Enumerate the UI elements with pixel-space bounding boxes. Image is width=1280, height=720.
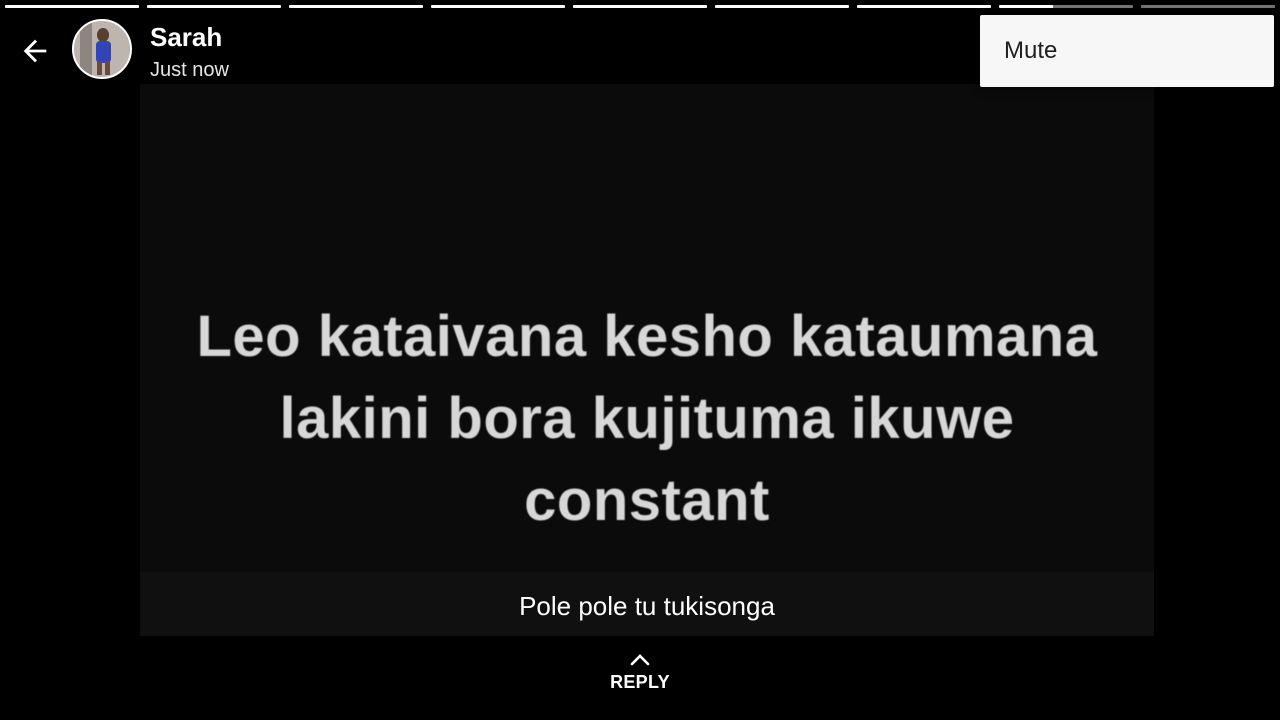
profile-photo — [74, 21, 130, 77]
progress-segment-fill — [857, 5, 991, 8]
progress-segment — [1141, 5, 1275, 8]
avatar[interactable] — [72, 19, 132, 79]
progress-segment-fill — [5, 5, 139, 8]
progress-segment — [857, 5, 991, 8]
progress-segment-fill — [289, 5, 423, 8]
user-name[interactable]: Sarah — [150, 22, 222, 52]
progress-segment-fill — [573, 5, 707, 8]
overflow-menu: Mute — [980, 15, 1274, 87]
chevron-up-icon — [630, 654, 650, 666]
progress-segment — [289, 5, 423, 8]
status-text-line: constant — [524, 468, 770, 533]
timestamp: Just now — [150, 59, 229, 81]
reply-label: REPLY — [610, 672, 670, 692]
reply-button[interactable]: REPLY — [590, 652, 690, 708]
status-text: Leo kataivana kesho kataumana lakini bor… — [140, 296, 1154, 542]
progress-segment — [147, 5, 281, 8]
status-text-line: lakini bora kujituma ikuwe — [279, 386, 1015, 451]
story-progress-bar — [5, 5, 1275, 9]
progress-segment-fill — [999, 5, 1053, 8]
progress-segment — [431, 5, 565, 8]
progress-segment — [5, 5, 139, 8]
progress-segment-fill — [147, 5, 281, 8]
back-button[interactable] — [16, 32, 54, 70]
progress-segment-fill — [431, 5, 565, 8]
progress-segment — [715, 5, 849, 8]
arrow-left-icon — [23, 39, 47, 63]
progress-segment — [999, 5, 1133, 8]
progress-segment-fill — [715, 5, 849, 8]
status-text-line: Leo kataivana kesho kataumana — [196, 304, 1098, 369]
menu-item-mute[interactable]: Mute — [980, 15, 1274, 87]
status-caption: Pole pole tu tukisonga — [519, 591, 775, 621]
progress-segment — [573, 5, 707, 8]
